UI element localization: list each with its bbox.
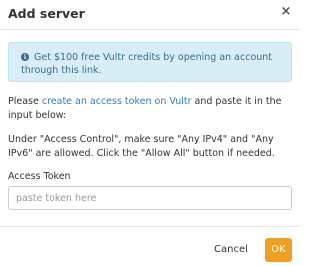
cancel-button[interactable]: Cancel	[214, 238, 248, 262]
dialog-title: Add server	[8, 6, 85, 21]
access-token-label: Access Token	[8, 171, 71, 182]
info-banner-text: Get $100 free Vultr credits by opening a…	[21, 52, 273, 76]
access-token-input[interactable]	[8, 186, 292, 210]
instruction-text: Please	[8, 96, 42, 107]
create-token-link[interactable]: create an access token on Vultr	[42, 96, 192, 107]
info-banner: i Get $100 free Vultr credits by opening…	[8, 42, 292, 82]
dialog-header: Add server ×	[0, 0, 300, 30]
instruction-paragraph-2: Under "Access Control", make sure "Any I…	[8, 134, 275, 159]
ok-button[interactable]: OK	[265, 238, 292, 262]
info-circle-icon: i	[21, 53, 29, 61]
footer-divider	[0, 226, 300, 227]
info-banner-suffix: .	[98, 65, 102, 76]
close-icon[interactable]: ×	[278, 4, 294, 20]
add-server-dialog: Add server × i Get $100 free Vultr credi…	[0, 0, 300, 266]
instruction-paragraph-1: Please create an access token on Vultr a…	[8, 95, 294, 123]
vultr-signup-link[interactable]: this link	[61, 65, 98, 76]
